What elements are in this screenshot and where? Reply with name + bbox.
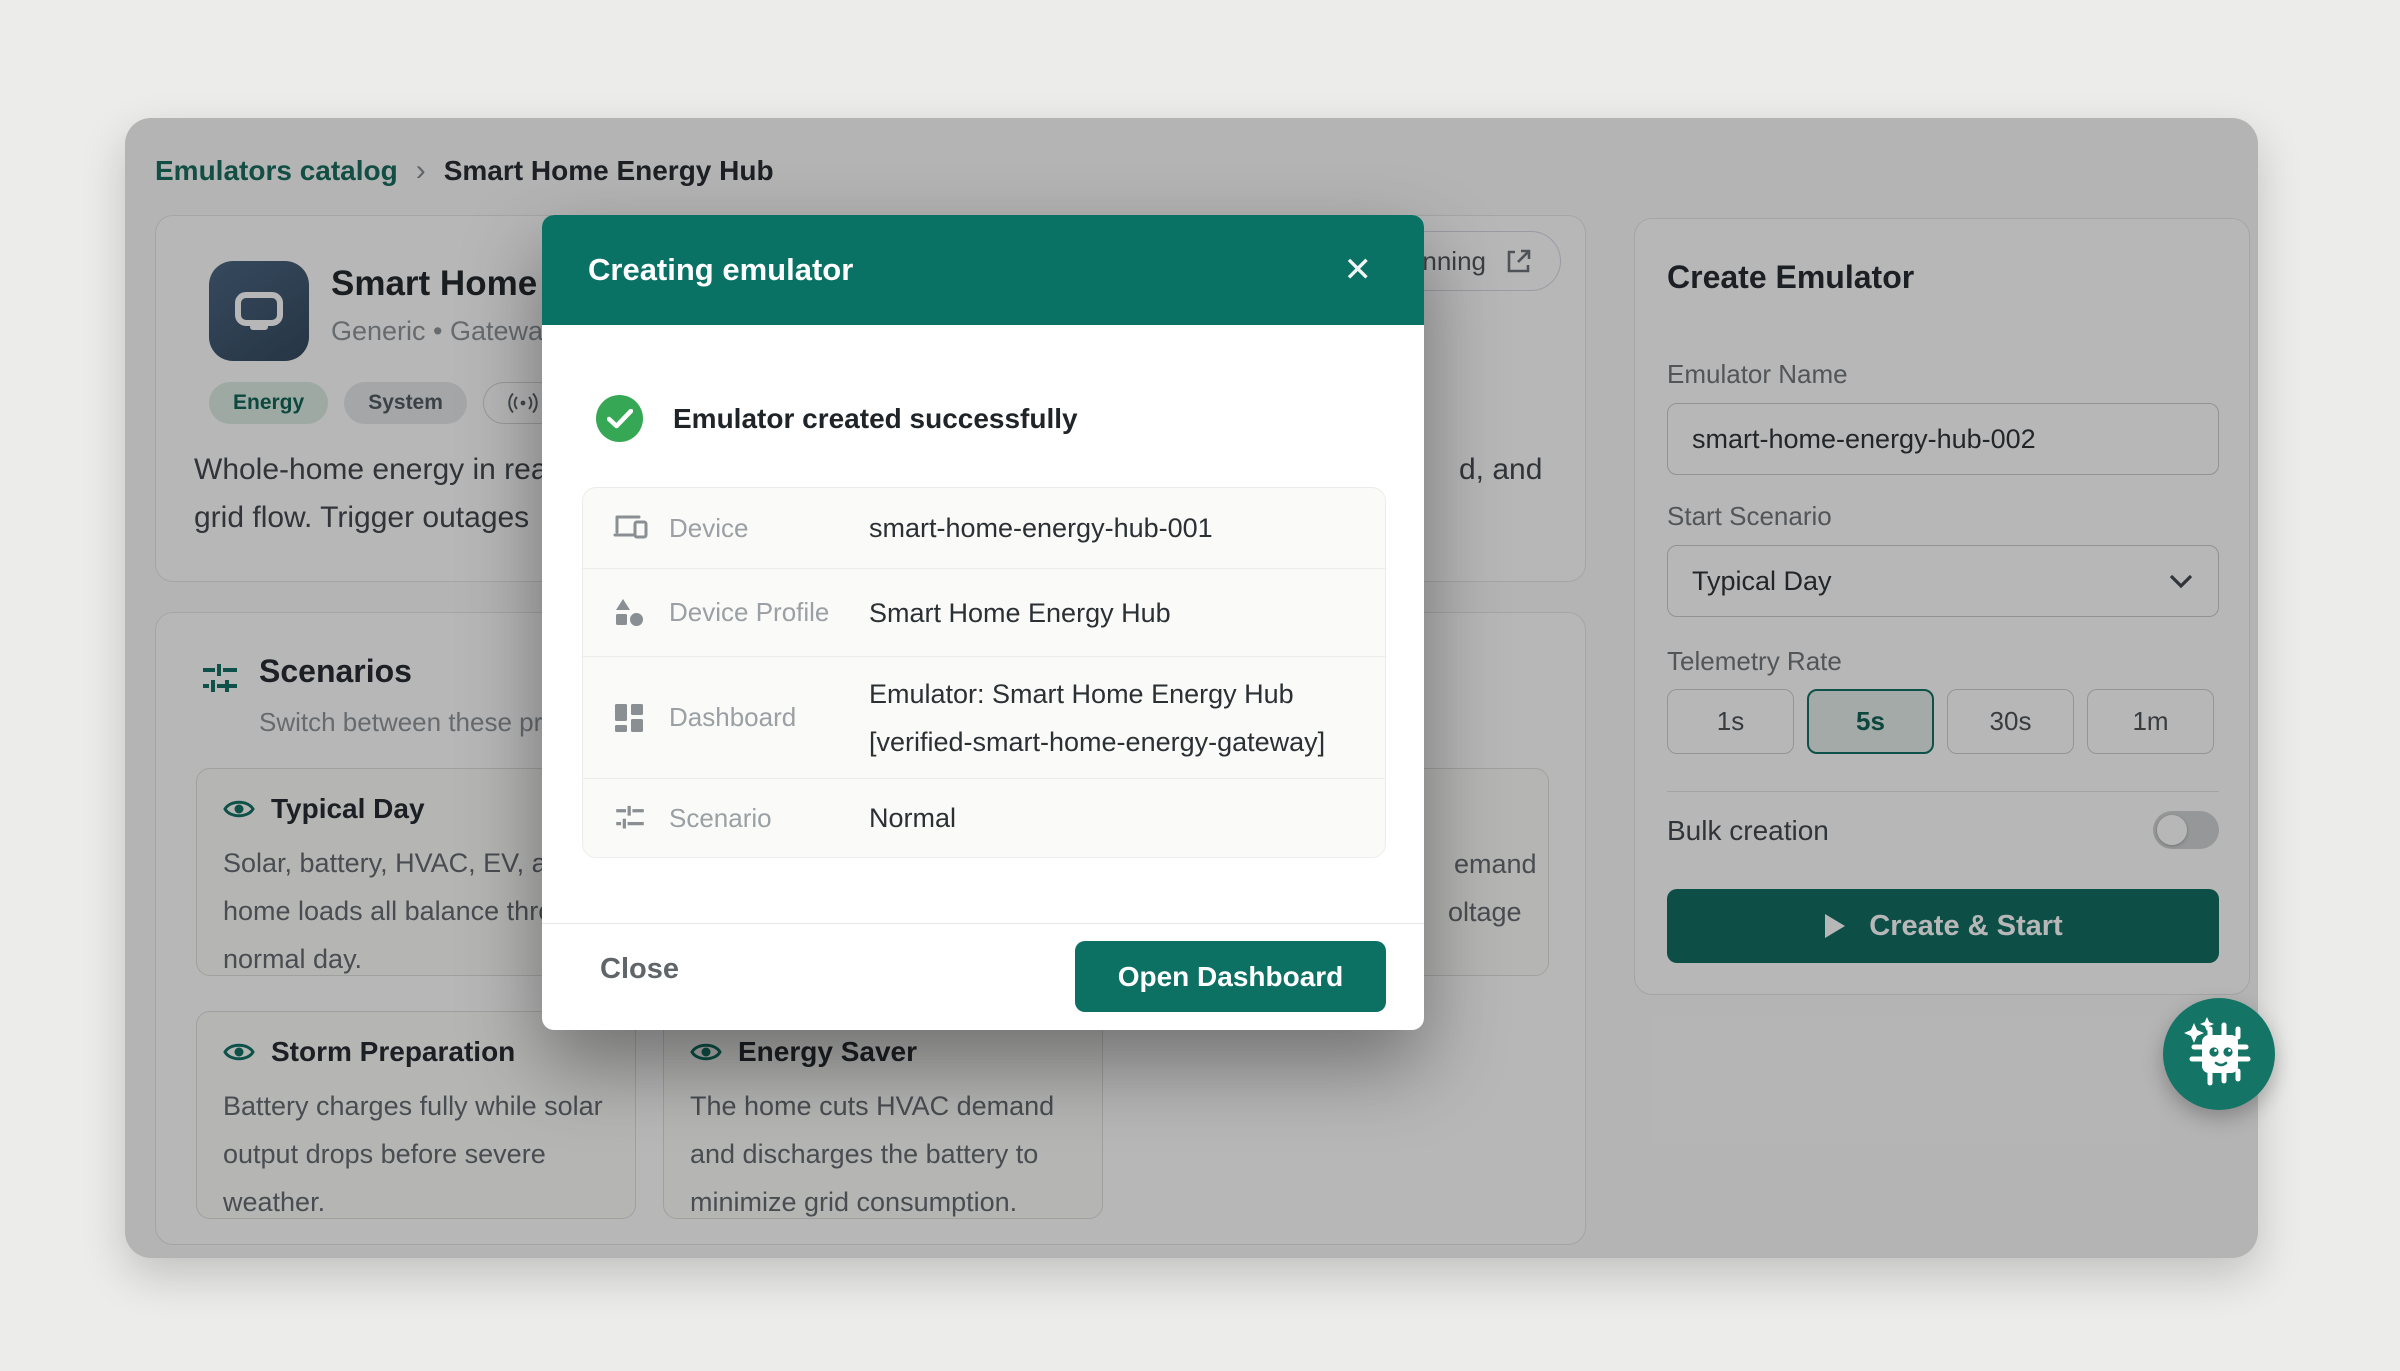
shapes-icon (613, 597, 669, 629)
detail-value-device: smart-home-energy-hub-001 (869, 504, 1213, 552)
success-row: Emulator created successfully (596, 395, 1078, 442)
detail-row-scenario: Scenario Normal (583, 779, 1385, 857)
chip-mascot-icon (2180, 1015, 2258, 1093)
creating-emulator-modal: Creating emulator ✕ Emulator created suc… (542, 215, 1424, 1030)
detail-label: Device Profile (669, 597, 869, 628)
modal-footer-divider (542, 923, 1424, 924)
dashboard-icon (613, 702, 669, 734)
close-icon[interactable]: ✕ (1344, 253, 1373, 287)
detail-row-device: Device smart-home-energy-hub-001 (583, 488, 1385, 569)
emulator-details-box: Device smart-home-energy-hub-001 Device … (582, 487, 1386, 858)
detail-label: Dashboard (669, 702, 869, 733)
open-dashboard-label: Open Dashboard (1118, 961, 1344, 993)
assistant-mascot-button[interactable] (2163, 998, 2275, 1110)
app-window: Emulators catalog › Smart Home Energy Hu… (125, 118, 2258, 1258)
modal-title: Creating emulator (588, 252, 853, 288)
dashboard-value-line1: Emulator: Smart Home Energy Hub (869, 670, 1325, 718)
open-dashboard-button[interactable]: Open Dashboard (1075, 941, 1386, 1012)
detail-value-dashboard: Emulator: Smart Home Energy Hub [verifie… (869, 670, 1325, 766)
detail-row-device-profile: Device Profile Smart Home Energy Hub (583, 569, 1385, 657)
detail-value-device-profile: Smart Home Energy Hub (869, 589, 1171, 637)
detail-label: Device (669, 513, 869, 544)
sliders-icon (613, 801, 669, 835)
devices-icon (613, 513, 669, 543)
detail-row-dashboard: Dashboard Emulator: Smart Home Energy Hu… (583, 657, 1385, 779)
success-check-icon (596, 395, 643, 442)
detail-value-scenario: Normal (869, 794, 956, 842)
success-message: Emulator created successfully (673, 403, 1078, 435)
modal-header: Creating emulator ✕ (542, 215, 1424, 325)
close-button[interactable]: Close (600, 953, 679, 986)
detail-label: Scenario (669, 803, 869, 834)
dashboard-value-line2: [verified-smart-home-energy-gateway] (869, 718, 1325, 766)
